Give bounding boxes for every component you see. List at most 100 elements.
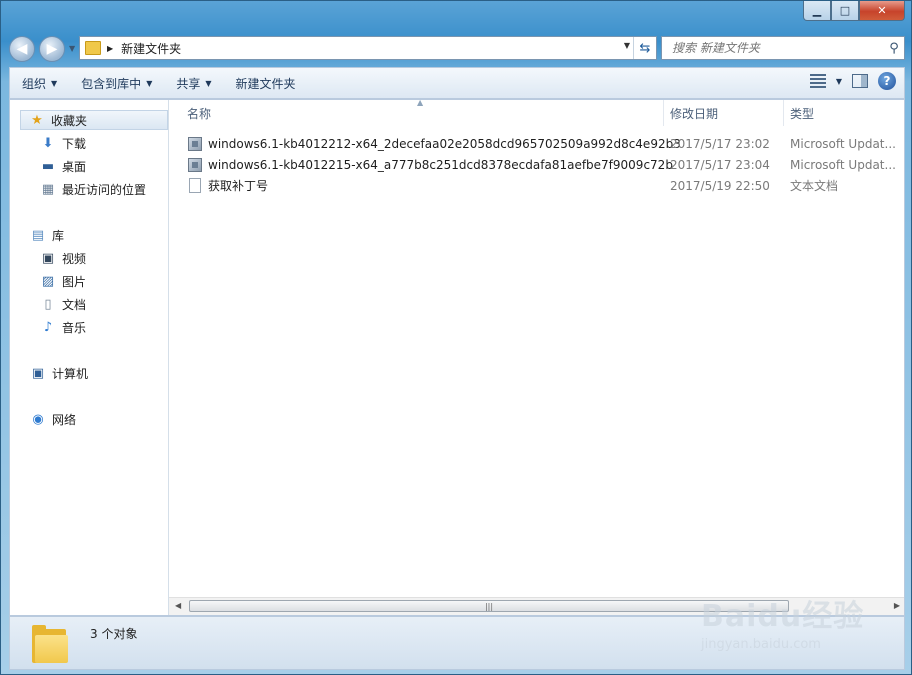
change-view-icon[interactable] — [809, 74, 826, 88]
share-button[interactable]: 共享 ▼ — [164, 71, 223, 95]
file-date: 2017/5/17 23:02 — [670, 136, 770, 151]
nav-downloads[interactable]: ⬇ 下载 — [40, 133, 86, 153]
file-list-pane: ▲ 名称 修改日期 类型 windows6.1-kb4012212-x64_2d… — [169, 98, 904, 615]
address-bar[interactable]: ▶ 新建文件夹 ▼ ⇆ — [79, 36, 657, 60]
file-name: 获取补丁号 — [208, 179, 269, 193]
watermark-brand: Baidu经验 — [701, 599, 865, 634]
file-date: 2017/5/19 22:50 — [670, 178, 770, 193]
nav-music-label: 音乐 — [62, 320, 87, 335]
libraries-icon: ▤ — [31, 227, 45, 243]
close-button[interactable]: ✕ — [859, 1, 905, 21]
text-file-icon — [187, 178, 203, 194]
nav-documents[interactable]: ▯ 文档 — [40, 294, 86, 314]
nav-recent-label: 最近访问的位置 — [62, 182, 147, 197]
help-icon[interactable]: ? — [878, 72, 896, 90]
star-icon: ★ — [31, 112, 43, 128]
explorer-window: ▁ □ ✕ ◀ ▶ ▼ ▶ 新建文件夹 ▼ ⇆ ⚲ 组织 ▼ 包含到库中 ▼ 共享 ▼… — [0, 0, 912, 675]
column-name-label: 名称 — [187, 106, 212, 121]
chevron-down-icon: ▼ — [146, 78, 153, 88]
nav-computer-label: 计算机 — [52, 366, 89, 381]
share-label: 共享 — [176, 76, 201, 91]
watermark-url: jingyan.baidu.com — [701, 637, 821, 652]
file-row[interactable]: 获取补丁号 — [187, 175, 268, 196]
breadcrumb-current-folder[interactable]: 新建文件夹 — [121, 40, 181, 57]
file-name: windows6.1-kb4012212-x64_2decefaa02e2058… — [208, 136, 681, 151]
file-type: 文本文档 — [790, 179, 839, 193]
baidu-watermark: Baidu经验 jingyan.baidu.com — [701, 591, 901, 659]
nav-pictures-label: 图片 — [62, 274, 87, 289]
file-type: Microsoft Updat... — [790, 157, 896, 172]
nav-videos[interactable]: ▣ 视频 — [40, 248, 86, 268]
nav-downloads-label: 下载 — [62, 136, 87, 151]
music-icon: ♪ — [43, 319, 53, 335]
nav-desktop-label: 桌面 — [62, 159, 87, 174]
column-type-label: 类型 — [790, 106, 815, 121]
nav-pictures[interactable]: ▨ 图片 — [40, 271, 86, 291]
maximize-button[interactable]: □ — [831, 1, 859, 21]
network-icon: ◉ — [32, 411, 44, 427]
nav-favorites-label: 收藏夹 — [51, 113, 88, 128]
nav-favorites[interactable]: ★ 收藏夹 — [20, 110, 168, 130]
msu-file-icon — [187, 157, 203, 173]
minimize-button[interactable]: ▁ — [803, 1, 831, 21]
file-type: Microsoft Updat... — [790, 136, 896, 151]
nav-libraries[interactable]: ▤ 库 — [30, 225, 64, 245]
nav-desktop[interactable]: ▬ 桌面 — [40, 156, 86, 176]
video-icon: ▣ — [41, 250, 55, 266]
toolbar-right: ▼ ? — [809, 72, 896, 90]
msu-file-icon — [187, 136, 203, 152]
nav-documents-label: 文档 — [62, 297, 87, 312]
nav-videos-label: 视频 — [62, 251, 87, 266]
search-box[interactable]: ⚲ — [661, 36, 905, 60]
nav-computer[interactable]: ▣ 计算机 — [30, 363, 88, 383]
computer-icon: ▣ — [31, 365, 45, 381]
nav-network-label: 网络 — [52, 412, 77, 427]
file-name: windows6.1-kb4012215-x64_a777b8c251dcd83… — [208, 157, 673, 172]
file-row[interactable]: windows6.1-kb4012212-x64_2decefaa02e2058… — [187, 133, 681, 154]
search-icon[interactable]: ⚲ — [884, 41, 904, 56]
breadcrumb-separator-icon[interactable]: ▶ — [107, 44, 113, 53]
address-history-dropdown[interactable]: ▼ — [624, 41, 630, 50]
refresh-button[interactable]: ⇆ — [633, 37, 656, 59]
downloads-folder-icon: ⬇ — [42, 135, 54, 151]
documents-icon: ▯ — [44, 296, 52, 312]
organize-button[interactable]: 组织 ▼ — [10, 71, 69, 95]
back-arrow-icon: ◀ — [16, 41, 28, 57]
desktop-icon: ▬ — [41, 158, 55, 174]
include-in-library-label: 包含到库中 — [81, 76, 142, 91]
back-button[interactable]: ◀ — [9, 36, 35, 62]
new-folder-label: 新建文件夹 — [235, 76, 296, 91]
new-folder-button[interactable]: 新建文件夹 — [224, 71, 308, 95]
recent-pages-dropdown[interactable]: ▼ — [69, 44, 75, 53]
file-row[interactable]: windows6.1-kb4012215-x64_a777b8c251dcd83… — [187, 154, 673, 175]
include-in-library-button[interactable]: 包含到库中 ▼ — [69, 71, 164, 95]
column-date-label: 修改日期 — [670, 106, 719, 121]
folder-icon — [85, 41, 101, 55]
nav-network[interactable]: ◉ 网络 — [30, 409, 76, 429]
command-bar: 组织 ▼ 包含到库中 ▼ 共享 ▼ 新建文件夹 ▼ ? — [9, 67, 905, 99]
organize-label: 组织 — [22, 76, 47, 91]
nav-music[interactable]: ♪ 音乐 — [40, 317, 86, 337]
navigation-pane: ★ 收藏夹 ⬇ 下载 ▬ 桌面 ▦ 最近访问的位置 ▤ 库 ▣ 视频 ▨ 图片 … — [10, 100, 169, 615]
scroll-left-icon[interactable]: ◀ — [175, 601, 181, 610]
chevron-down-icon: ▼ — [205, 78, 212, 88]
search-input[interactable] — [670, 40, 884, 56]
content-area: ★ 收藏夹 ⬇ 下载 ▬ 桌面 ▦ 最近访问的位置 ▤ 库 ▣ 视频 ▨ 图片 … — [9, 98, 905, 616]
view-options-dropdown[interactable]: ▼ — [836, 77, 842, 86]
folder-large-icon — [32, 625, 68, 663]
caption-buttons: ▁ □ ✕ — [803, 1, 905, 23]
refresh-icon: ⇆ — [639, 40, 651, 56]
recent-places-icon: ▦ — [41, 181, 55, 197]
nav-libraries-label: 库 — [52, 228, 65, 243]
column-header-date[interactable]: 修改日期 — [664, 100, 784, 126]
forward-arrow-icon: ▶ — [46, 41, 58, 57]
item-count: 3 个对象 — [90, 627, 138, 641]
forward-button[interactable]: ▶ — [39, 36, 65, 62]
preview-pane-icon[interactable] — [852, 74, 868, 88]
scrollbar-thumb[interactable]: ||| — [189, 600, 789, 612]
chevron-down-icon: ▼ — [51, 78, 58, 88]
nav-recent-places[interactable]: ▦ 最近访问的位置 — [40, 179, 146, 199]
column-header-name[interactable]: 名称 — [169, 100, 664, 126]
column-header-type[interactable]: 类型 — [784, 100, 904, 126]
address-row: ◀ ▶ ▼ ▶ 新建文件夹 ▼ ⇆ ⚲ — [9, 34, 905, 62]
